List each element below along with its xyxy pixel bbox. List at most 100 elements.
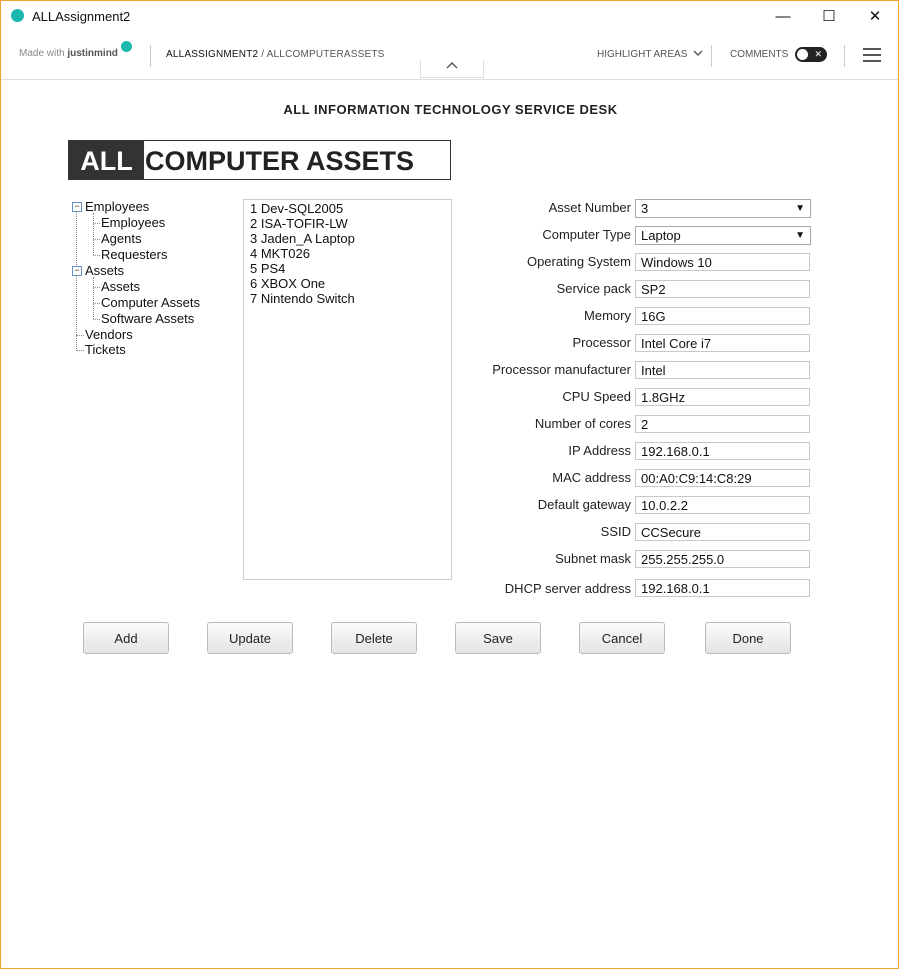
tree-connector	[93, 287, 100, 288]
computer-type-label: Computer Type	[542, 227, 631, 242]
page-title: ALL INFORMATION TECHNOLOGY SERVICE DESK	[283, 102, 618, 117]
dropdown-arrow-icon: ▼	[795, 203, 805, 214]
collapse-employees-icon[interactable]: −	[72, 202, 82, 212]
toolbar-divider	[844, 45, 845, 67]
list-item[interactable]: 1 Dev-SQL2005	[250, 201, 343, 216]
mac-address-label: MAC address	[552, 470, 631, 485]
tree-connector	[93, 319, 100, 320]
processor-manufacturer-field[interactable]: Intel	[635, 361, 810, 379]
list-item[interactable]: 2 ISA-TOFIR-LW	[250, 216, 348, 231]
asset-number-value: 3	[641, 201, 649, 216]
ip-address-label: IP Address	[568, 443, 631, 458]
service-pack-label: Service pack	[556, 281, 631, 296]
minimize-button[interactable]: —	[760, 1, 806, 32]
cpu-speed-field[interactable]: 1.8GHz	[635, 388, 810, 406]
comments-label: COMMENTS	[730, 49, 789, 60]
default-gateway-field[interactable]: 10.0.2.2	[635, 496, 810, 514]
highlight-areas-label: HIGHLIGHT AREAS	[597, 49, 688, 60]
app-logo-icon	[11, 9, 24, 22]
tree-item-computer-assets[interactable]: Computer Assets	[101, 295, 200, 310]
chevron-up-icon	[446, 62, 458, 69]
operating-system-field[interactable]: Windows 10	[635, 253, 810, 271]
window-title: ALLAssignment2	[32, 9, 131, 24]
collapse-toolbar-button[interactable]	[420, 60, 484, 78]
ssid-label: SSID	[600, 524, 631, 539]
update-button[interactable]: Update	[207, 622, 293, 654]
processor-label: Processor	[572, 335, 631, 350]
section-banner: ALL COMPUTER ASSETS	[68, 140, 451, 180]
tree-item-assets-sub[interactable]: Assets	[101, 279, 140, 294]
tree-item-tickets[interactable]: Tickets	[85, 342, 126, 357]
chevron-down-icon	[693, 50, 703, 56]
tree-connector	[93, 239, 100, 240]
processor-field[interactable]: Intel Core i7	[635, 334, 810, 352]
breadcrumb-separator: /	[258, 49, 267, 60]
tree-item-software-assets[interactable]: Software Assets	[101, 311, 194, 326]
comments-toggle[interactable]: ✕	[795, 47, 827, 62]
breadcrumb: ALLASSIGNMENT2 / ALLCOMPUTERASSETS	[166, 49, 385, 60]
cancel-button[interactable]: Cancel	[579, 622, 665, 654]
cpu-speed-label: CPU Speed	[562, 389, 631, 404]
collapse-assets-icon[interactable]: −	[72, 266, 82, 276]
tree-item-employees-sub[interactable]: Employees	[101, 215, 165, 230]
tree-item-agents[interactable]: Agents	[101, 231, 141, 246]
made-with-text: Made with	[19, 48, 65, 59]
highlight-areas-button[interactable]: HIGHLIGHT AREAS	[597, 49, 703, 60]
dropdown-arrow-icon: ▼	[795, 230, 805, 241]
tree-item-employees[interactable]: Employees	[85, 199, 149, 214]
mac-address-field[interactable]: 00:A0:C9:14:C8:29	[635, 469, 810, 487]
title-bar: ALLAssignment2 — ☐ ✕	[1, 1, 898, 32]
tree-connector	[76, 335, 84, 336]
save-button[interactable]: Save	[455, 622, 541, 654]
list-item[interactable]: 6 XBOX One	[250, 276, 325, 291]
ssid-field[interactable]: CCSecure	[635, 523, 810, 541]
tree-item-assets[interactable]: Assets	[85, 263, 124, 278]
processor-manufacturer-label: Processor manufacturer	[492, 362, 631, 377]
done-button[interactable]: Done	[705, 622, 791, 654]
number-of-cores-field[interactable]: 2	[635, 415, 810, 433]
subnet-mask-field[interactable]: 255.255.255.0	[635, 550, 810, 568]
list-item[interactable]: 7 Nintendo Switch	[250, 291, 355, 306]
computer-type-value: Laptop	[641, 228, 681, 243]
tree-item-vendors[interactable]: Vendors	[85, 327, 133, 342]
list-item[interactable]: 5 PS4	[250, 261, 285, 276]
tree-connector	[76, 350, 84, 351]
maximize-button[interactable]: ☐	[806, 1, 852, 32]
default-gateway-label: Default gateway	[537, 497, 631, 512]
brand-name: justinmind	[67, 48, 118, 59]
close-button[interactable]: ✕	[852, 1, 898, 32]
toggle-knob	[797, 49, 808, 60]
toolbar-divider	[711, 45, 712, 67]
app-window: ALLAssignment2 — ☐ ✕ Made with justinmin…	[0, 0, 899, 969]
dhcp-server-label: DHCP server address	[504, 581, 631, 596]
tree-connector	[93, 255, 100, 256]
toggle-off-icon: ✕	[814, 49, 822, 59]
made-with-label: Made with justinmind	[19, 48, 118, 59]
dhcp-server-field[interactable]: 192.168.0.1	[635, 579, 810, 597]
ip-address-field[interactable]: 192.168.0.1	[635, 442, 810, 460]
breadcrumb-root[interactable]: ALLASSIGNMENT2	[166, 49, 258, 60]
tree-item-requesters[interactable]: Requesters	[101, 247, 167, 262]
navigation-tree: − Employees Employees Agents Requesters …	[71, 198, 241, 358]
toolbar-divider	[150, 45, 151, 67]
banner-all-label: ALL	[69, 141, 144, 179]
asset-number-label: Asset Number	[548, 200, 631, 215]
delete-button[interactable]: Delete	[331, 622, 417, 654]
list-item[interactable]: 3 Jaden_A Laptop	[250, 231, 355, 246]
memory-label: Memory	[584, 308, 631, 323]
memory-field[interactable]: 16G	[635, 307, 810, 325]
breadcrumb-current: ALLCOMPUTERASSETS	[266, 49, 385, 60]
computer-type-select[interactable]: Laptop ▼	[635, 226, 811, 245]
tree-connector	[93, 277, 94, 319]
brand-dot-icon	[121, 41, 132, 52]
banner-title: COMPUTER ASSETS	[145, 146, 415, 176]
subnet-mask-label: Subnet mask	[555, 551, 631, 566]
operating-system-label: Operating System	[526, 254, 631, 269]
tree-connector	[76, 211, 77, 349]
list-item[interactable]: 4 MKT026	[250, 246, 310, 261]
number-of-cores-label: Number of cores	[534, 416, 631, 431]
add-button[interactable]: Add	[83, 622, 169, 654]
asset-number-select[interactable]: 3 ▼	[635, 199, 811, 218]
service-pack-field[interactable]: SP2	[635, 280, 810, 298]
menu-icon[interactable]	[863, 48, 881, 62]
